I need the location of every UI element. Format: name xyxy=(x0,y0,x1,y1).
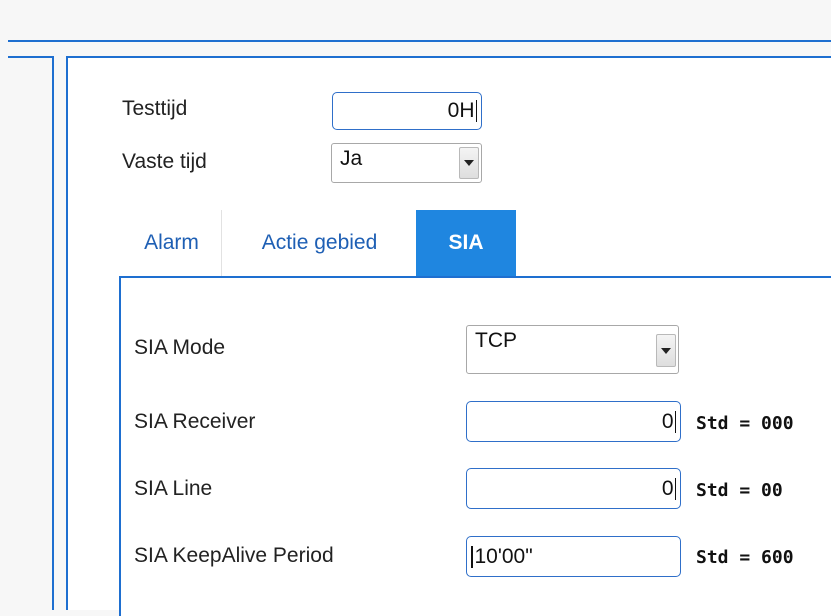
tab-actie-gebied[interactable]: Actie gebied xyxy=(223,210,416,276)
sia-keepalive-label: SIA KeepAlive Period xyxy=(134,544,334,567)
vaste-tijd-value: Ja xyxy=(340,147,363,170)
sia-keepalive-std: Std = 600 xyxy=(696,547,794,568)
testtijd-label: Testtijd xyxy=(122,97,188,120)
sia-mode-label: SIA Mode xyxy=(134,336,226,359)
text-caret xyxy=(674,477,676,500)
testtijd-value: 0H xyxy=(447,99,475,122)
left-frame-top xyxy=(8,56,54,58)
sia-keepalive-input[interactable]: 10'00" xyxy=(466,536,681,577)
sia-line-std: Std = 00 xyxy=(696,480,783,501)
tab-alarm[interactable]: Alarm xyxy=(122,210,222,276)
sia-line-value: 0 xyxy=(661,476,674,500)
chevron-down-icon xyxy=(464,160,474,166)
tab-alarm-label: Alarm xyxy=(144,231,199,254)
tab-sia[interactable]: SIA xyxy=(416,210,516,276)
tab-actie-gebied-label: Actie gebied xyxy=(261,231,378,254)
sia-receiver-input[interactable]: 0 xyxy=(466,401,681,442)
chevron-down-icon xyxy=(661,347,671,354)
sia-receiver-label: SIA Receiver xyxy=(134,410,256,433)
testtijd-input[interactable]: 0H xyxy=(332,92,482,130)
text-caret xyxy=(471,545,473,568)
top-divider xyxy=(8,40,831,42)
vaste-tijd-label: Vaste tijd xyxy=(122,150,207,173)
sia-mode-value: TCP xyxy=(475,329,517,352)
sia-receiver-value: 0 xyxy=(661,409,674,433)
dropdown-button[interactable] xyxy=(656,334,676,367)
sia-mode-select[interactable]: TCP xyxy=(466,325,679,374)
text-caret xyxy=(674,410,676,433)
sia-receiver-std: Std = 000 xyxy=(696,413,794,434)
sia-line-input[interactable]: 0 xyxy=(466,468,681,509)
vaste-tijd-select[interactable]: Ja xyxy=(331,143,482,183)
tab-sia-label: SIA xyxy=(448,231,484,254)
dropdown-button[interactable] xyxy=(459,147,479,179)
text-caret xyxy=(475,100,477,122)
left-frame-edge xyxy=(52,58,54,610)
sia-keepalive-value: 10'00" xyxy=(474,544,533,568)
sia-line-label: SIA Line xyxy=(134,477,213,500)
